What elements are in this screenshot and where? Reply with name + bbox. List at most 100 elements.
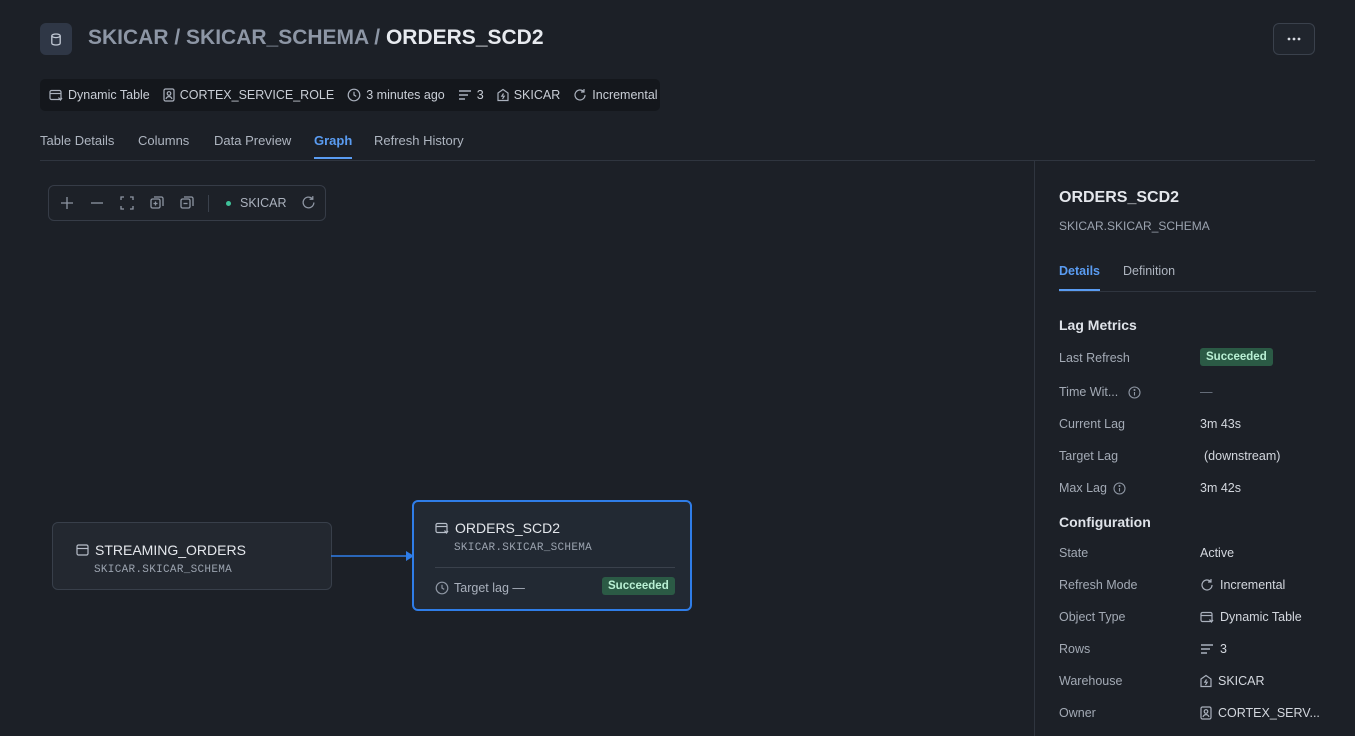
rows-value: 3: [1200, 642, 1227, 656]
panel-subtitle: SKICAR.SKICAR_SCHEMA: [1059, 219, 1210, 233]
minus-icon: [91, 202, 103, 204]
lag-metrics-heading: Lag Metrics: [1059, 317, 1137, 333]
tab-table-details[interactable]: Table Details: [40, 133, 114, 157]
refresh-mode-label: Refresh Mode: [1059, 578, 1138, 592]
breadcrumb-separator: /: [168, 26, 187, 49]
toolbar-divider: [208, 195, 209, 212]
refresh-graph-button[interactable]: [301, 195, 316, 210]
breadcrumb-separator: /: [368, 26, 386, 49]
warehouse-value-text: SKICAR: [1218, 674, 1265, 688]
object-meta-bar: Dynamic Table CORTEX_SERVICE_ROLE 3 minu…: [40, 79, 660, 111]
plus-icon: [61, 197, 73, 209]
meta-updated-label: 3 minutes ago: [366, 88, 445, 102]
dynamic-table-icon: [49, 89, 63, 101]
warehouse-status-dot: [226, 201, 231, 206]
object-type-value: Dynamic Table: [1200, 610, 1302, 624]
meta-owner: CORTEX_SERVICE_ROLE: [163, 88, 334, 102]
main-tabs: Table Details Columns Data Preview Graph…: [40, 131, 1315, 161]
zoom-in-button[interactable]: [59, 195, 75, 211]
refresh-mode-value: Incremental: [1200, 578, 1285, 592]
tab-graph[interactable]: Graph: [314, 133, 353, 159]
meta-owner-label: CORTEX_SERVICE_ROLE: [179, 88, 335, 102]
meta-refresh-mode-label: Incremental: [592, 88, 658, 102]
breadcrumb-schema[interactable]: SKICAR_SCHEMA: [186, 26, 368, 49]
tab-refresh-history[interactable]: Refresh History: [374, 133, 464, 157]
clock-icon: [347, 88, 361, 102]
expand-all-button[interactable]: [149, 195, 165, 211]
meta-rows-label: 3: [476, 88, 484, 102]
refresh-icon: [302, 196, 315, 209]
more-options-button[interactable]: [1273, 23, 1315, 55]
collapse-all-button[interactable]: [179, 195, 195, 211]
graph-node-target[interactable]: ORDERS_SCD2 SKICAR.SKICAR_SCHEMA Target …: [412, 500, 692, 611]
status-badge: Succeeded: [602, 577, 675, 595]
dynamic-table-icon: [435, 522, 449, 534]
collapse-nodes-icon: [180, 196, 194, 209]
node-name: STREAMING_ORDERS: [95, 542, 246, 558]
refresh-icon: [1201, 579, 1213, 591]
node-title: ORDERS_SCD2: [435, 520, 560, 536]
toolbar-warehouse-label[interactable]: SKICAR: [240, 196, 287, 210]
warehouse-icon: [497, 88, 509, 102]
owner-label: Owner: [1059, 706, 1096, 720]
warehouse-value: SKICAR: [1200, 674, 1265, 688]
rows-value-text: 3: [1220, 642, 1227, 656]
rows-icon: [458, 90, 471, 100]
rows-label: Rows: [1059, 642, 1091, 656]
role-icon: [1200, 706, 1212, 720]
panel-tab-definition[interactable]: Definition: [1123, 264, 1175, 289]
more-horizontal-icon: [1287, 37, 1301, 41]
info-icon[interactable]: [1113, 481, 1126, 495]
meta-object-type-label: Dynamic Table: [68, 88, 150, 102]
node-path: SKICAR.SKICAR_SCHEMA: [454, 542, 593, 554]
table-icon: [76, 544, 89, 556]
database-icon: [51, 32, 61, 46]
meta-updated: 3 minutes ago: [347, 88, 445, 102]
node-path: SKICAR.SKICAR_SCHEMA: [94, 564, 233, 576]
last-refresh-label: Last Refresh: [1059, 351, 1130, 365]
meta-object-type: Dynamic Table: [49, 88, 150, 102]
tab-data-preview[interactable]: Data Preview: [214, 133, 291, 157]
breadcrumb: SKICAR / SKICAR_SCHEMA / ORDERS_SCD2: [88, 26, 544, 50]
fit-view-button[interactable]: [119, 195, 135, 211]
state-value: Active: [1200, 546, 1235, 560]
time-within-label-text: Time Wit...: [1059, 385, 1119, 399]
node-target-lag: Target lag —: [435, 581, 525, 595]
zoom-out-button[interactable]: [89, 195, 105, 211]
time-within-value: —: [1200, 385, 1213, 399]
status-badge: Succeeded: [1200, 348, 1273, 366]
state-label: State: [1059, 546, 1089, 560]
time-within-label: Time Wit...: [1059, 385, 1141, 399]
meta-warehouse-label: SKICAR: [513, 88, 561, 102]
rows-icon: [1201, 644, 1213, 654]
dynamic-table-icon: [1200, 611, 1214, 623]
node-status: Succeeded: [602, 577, 675, 595]
role-icon: [163, 88, 175, 102]
graph-node-source[interactable]: STREAMING_ORDERS SKICAR.SKICAR_SCHEMA: [52, 522, 332, 590]
clock-icon: [435, 581, 449, 595]
owner-value-text: CORTEX_SERV...: [1218, 706, 1320, 720]
meta-rows: 3: [458, 88, 484, 102]
target-lag-value: (downstream): [1204, 449, 1281, 463]
object-type-value-text: Dynamic Table: [1220, 610, 1302, 624]
info-icon[interactable]: [1128, 385, 1141, 399]
node-divider: [435, 567, 675, 568]
object-type-label: Object Type: [1059, 610, 1126, 624]
warehouse-label: Warehouse: [1059, 674, 1123, 688]
current-lag-label: Current Lag: [1059, 417, 1126, 431]
tab-columns[interactable]: Columns: [138, 133, 189, 157]
max-lag-label-text: Max Lag: [1059, 481, 1107, 495]
configuration-heading: Configuration: [1059, 514, 1151, 530]
owner-value: CORTEX_SERV...: [1200, 706, 1320, 720]
breadcrumb-database[interactable]: SKICAR: [88, 26, 169, 49]
target-lag-label: Target Lag: [1059, 449, 1119, 463]
last-refresh-value: Succeeded: [1200, 348, 1273, 366]
max-lag-value: 3m 42s: [1200, 481, 1241, 495]
fullscreen-icon: [120, 196, 134, 210]
panel-tab-details[interactable]: Details: [1059, 264, 1100, 291]
current-lag-value: 3m 43s: [1200, 417, 1241, 431]
warehouse-icon: [1200, 674, 1212, 688]
database-icon-badge: [40, 23, 72, 55]
node-name: ORDERS_SCD2: [455, 520, 561, 536]
panel-title: ORDERS_SCD2: [1059, 189, 1180, 206]
